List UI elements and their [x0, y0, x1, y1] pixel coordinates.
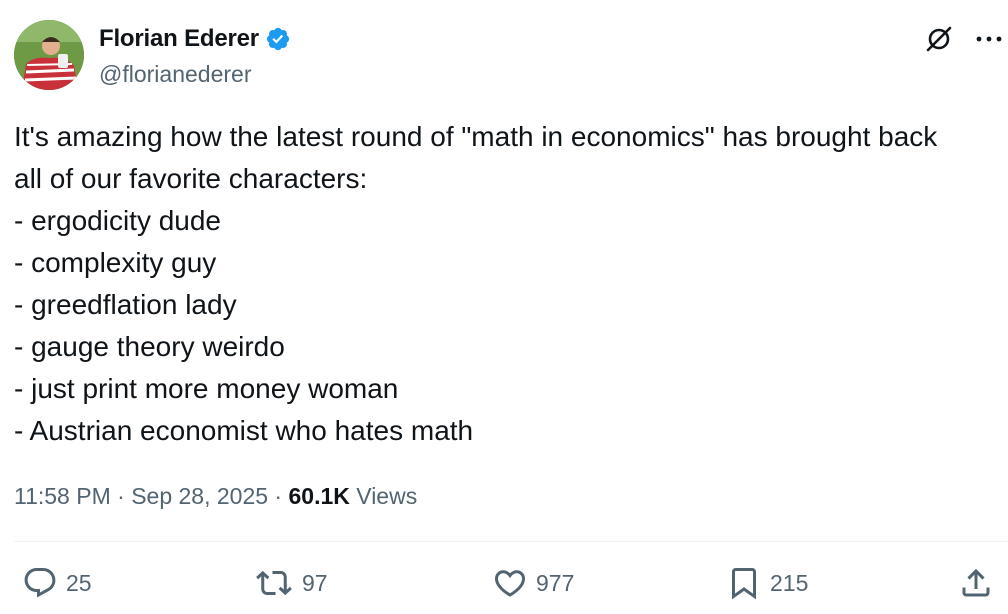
- reply-icon: [24, 568, 56, 598]
- repost-button[interactable]: 97: [254, 565, 328, 601]
- grok-icon[interactable]: [924, 24, 954, 54]
- handle[interactable]: @florianederer: [99, 61, 251, 88]
- divider: [14, 541, 1008, 542]
- repost-count: 97: [302, 569, 328, 596]
- bookmark-button[interactable]: 215: [726, 565, 808, 601]
- views-label: Views: [356, 483, 418, 509]
- tweet-meta: 11:58 PM · Sep 28, 2025 · 60.1K Views: [14, 483, 417, 510]
- reply-button[interactable]: 25: [22, 565, 92, 601]
- tweet-line: - greedflation lady: [14, 289, 237, 320]
- tweet-time[interactable]: 11:58 PM: [14, 483, 111, 509]
- bookmark-count: 215: [770, 569, 809, 596]
- views-count: 60.1K: [288, 483, 350, 509]
- display-name[interactable]: Florian Ederer: [99, 25, 259, 53]
- repost-icon: [256, 570, 292, 596]
- verified-badge-icon[interactable]: [265, 26, 291, 52]
- bookmark-icon: [732, 568, 756, 600]
- tweet-line: all of our favorite characters:: [14, 163, 368, 194]
- tweet-line: - just print more money woman: [14, 373, 399, 404]
- tweet-line: - Austrian economist who hates math: [14, 415, 474, 446]
- reply-count: 25: [66, 569, 92, 596]
- tweet-header: Florian Ederer @florianederer: [14, 20, 1004, 92]
- avatar-image: [14, 20, 84, 90]
- meta-separator: ·: [110, 483, 132, 509]
- meta-separator: ·: [268, 483, 289, 509]
- tweet-date[interactable]: Sep 28, 2025: [131, 483, 268, 509]
- share-button[interactable]: [958, 565, 994, 601]
- tweet-line: - complexity guy: [14, 247, 217, 278]
- tweet-line: - ergodicity dude: [14, 205, 222, 236]
- tweet-text: It's amazing how the latest round of "ma…: [14, 116, 1006, 452]
- like-count: 977: [536, 569, 575, 596]
- tweet-line: - gauge theory weirdo: [14, 331, 285, 362]
- avatar[interactable]: [14, 20, 84, 90]
- like-button[interactable]: 977: [492, 565, 574, 601]
- heart-icon: [494, 570, 526, 597]
- tweet-line: It's amazing how the latest round of "ma…: [14, 121, 938, 152]
- share-icon: [962, 568, 990, 597]
- more-icon[interactable]: [974, 24, 1004, 54]
- action-bar: 25 97 977 215: [0, 565, 1008, 605]
